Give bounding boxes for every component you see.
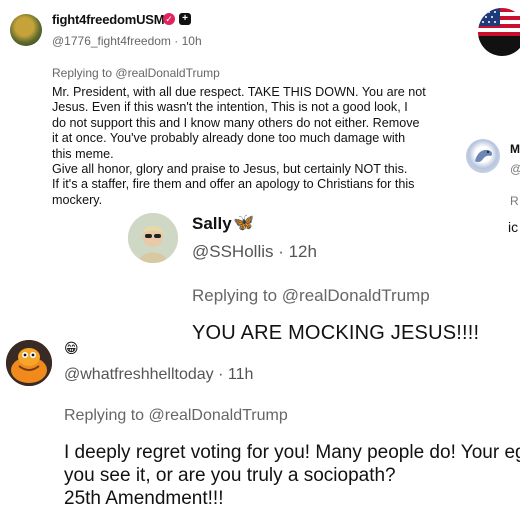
- cropped-post-body: ic: [508, 219, 519, 235]
- replying-mention-link[interactable]: @realDonaldTrump: [115, 66, 219, 80]
- post-body-line: Mr. President, with all due respect. TAK…: [52, 85, 426, 99]
- display-name[interactable]: fight4freedomUSMC: [52, 12, 174, 27]
- cropped-handle: @: [510, 162, 520, 176]
- avatar[interactable]: [10, 14, 42, 46]
- post-body-line: I deeply regret voting for you! Many peo…: [64, 442, 520, 463]
- avatar[interactable]: [128, 213, 178, 263]
- post-body: YOU ARE MOCKING JESUS!!!!: [192, 322, 480, 344]
- post-body-line: you see it, or are you truly a sociopath…: [64, 465, 396, 486]
- profile-photo-icon: [128, 213, 178, 263]
- us-flag-avatar[interactable]: [478, 8, 520, 56]
- replying-prefix: Replying to: [192, 286, 278, 305]
- post-body-line: do not support this and I know many othe…: [52, 115, 420, 130]
- post-body-line: Jesus. Even if this wasn't the intention…: [52, 100, 408, 115]
- post-body-line: it at once. You've probably already done…: [52, 131, 406, 146]
- cropped-replying-to: R: [510, 194, 519, 208]
- cropped-display-name[interactable]: M: [510, 142, 520, 156]
- post-body-line: mockery.: [52, 192, 103, 207]
- us-flag-icon: [478, 8, 520, 56]
- post-body-line: If it's a staffer, fire them and offer a…: [52, 177, 415, 192]
- badges: ✓ +: [163, 13, 191, 25]
- muppet-avatar-icon: [6, 340, 52, 386]
- replying-mention-link[interactable]: @realDonaldTrump: [282, 286, 430, 305]
- post-body-line: 25th Amendment!!!: [64, 488, 224, 509]
- replying-prefix: Replying to: [64, 407, 145, 424]
- plus-badge-icon: +: [179, 13, 191, 25]
- post-body: Mr. President, with all due respect. TAK…: [52, 85, 444, 208]
- post-body: I deeply regret voting for you! Many peo…: [64, 441, 520, 510]
- replying-mention-link[interactable]: @realDonaldTrump: [149, 407, 288, 424]
- post-body-line: Give all honor, glory and praise to Jesu…: [52, 162, 408, 177]
- replying-to: Replying to @realDonaldTrump: [52, 66, 220, 80]
- replying-prefix: Replying to: [52, 66, 113, 80]
- eagle-avatar[interactable]: [466, 139, 500, 173]
- display-name[interactable]: Sally: [192, 214, 232, 234]
- verified-check-icon: ✓: [163, 13, 175, 25]
- butterfly-emoji-icon: 🦋: [233, 213, 255, 232]
- grimacing-emoji-icon[interactable]: 😁: [64, 340, 79, 357]
- replying-to: Replying to @realDonaldTrump: [192, 286, 430, 306]
- post-body-line: this meme.: [52, 146, 114, 161]
- avatar[interactable]: [6, 340, 52, 386]
- handle-timestamp: @whatfreshhelltoday · 11h: [64, 366, 254, 383]
- handle-timestamp: @SSHollis · 12h: [192, 242, 317, 261]
- replying-to: Replying to @realDonaldTrump: [64, 407, 288, 425]
- handle-timestamp: @1776_fight4freedom · 10h: [52, 34, 202, 48]
- eagle-icon: [475, 149, 492, 163]
